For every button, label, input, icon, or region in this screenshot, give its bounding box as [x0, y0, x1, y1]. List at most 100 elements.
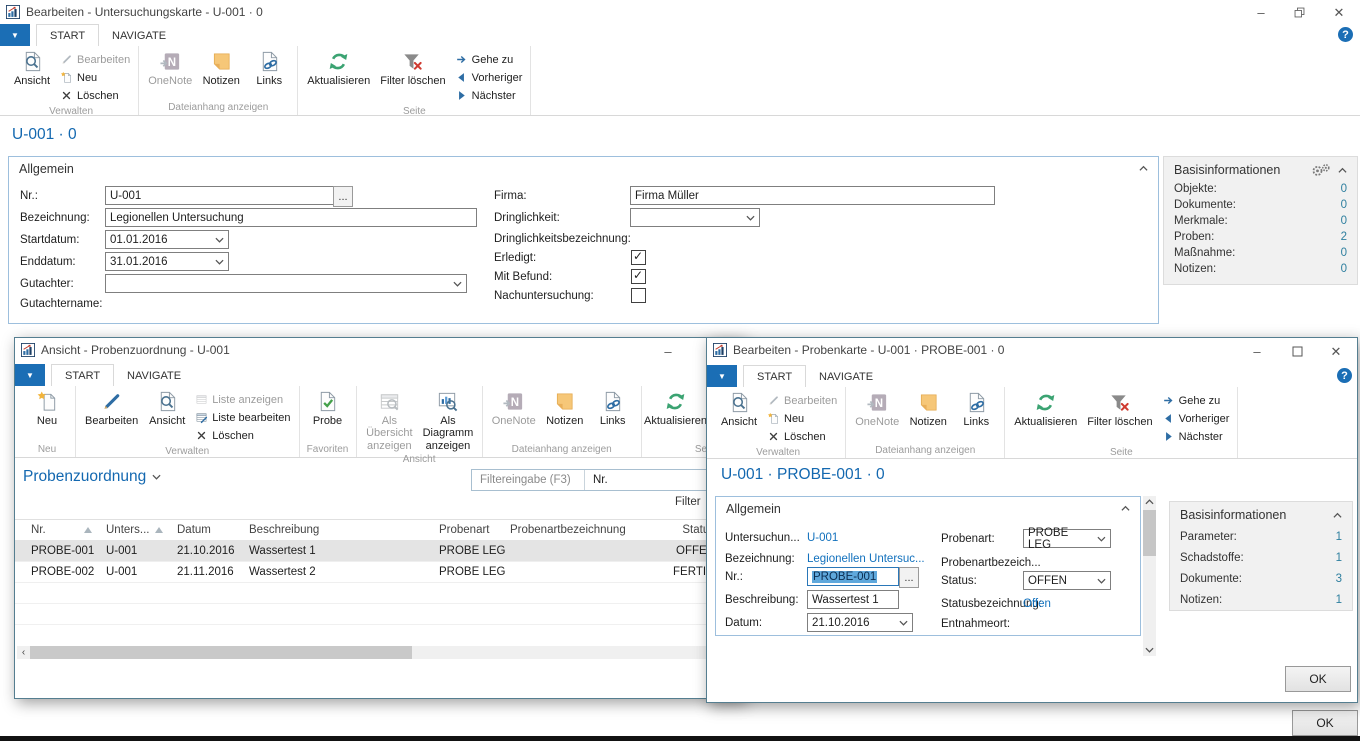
- aktualisieren-button[interactable]: Aktualisieren: [1010, 390, 1081, 428]
- column-header-nr[interactable]: Nr.: [31, 524, 106, 536]
- card-minimize-button[interactable]: –: [1242, 341, 1272, 361]
- erledigt-checkbox[interactable]: [631, 250, 646, 265]
- main-close-button[interactable]: ✕: [1324, 2, 1354, 22]
- aktualisieren-button[interactable]: Aktualisieren: [303, 49, 374, 87]
- neu-button[interactable]: Neu: [24, 389, 70, 427]
- list-app-menu-button[interactable]: ▼: [15, 364, 45, 386]
- scroll-left-icon[interactable]: ‹: [17, 646, 30, 659]
- naechster-button[interactable]: Nächster: [452, 87, 526, 104]
- nr-lookup-button[interactable]: ...: [899, 567, 919, 588]
- card-help-icon[interactable]: ?: [1337, 368, 1352, 383]
- onenote-button[interactable]: OneNote: [144, 49, 196, 87]
- onenote-button[interactable]: OneNote: [488, 389, 540, 427]
- aktualisieren-button[interactable]: Aktualisieren: [647, 389, 705, 427]
- card-ok-button[interactable]: OK: [1285, 666, 1351, 692]
- collapse-chevron-icon[interactable]: [1338, 166, 1347, 175]
- links-button[interactable]: Links: [953, 390, 999, 428]
- bearbeiten-button[interactable]: Bearbeiten: [57, 51, 133, 68]
- gehe-zu-button[interactable]: Gehe zu: [1159, 392, 1233, 409]
- column-header-probenartbezeichnung[interactable]: Probenartbezeichnung: [510, 524, 661, 536]
- filter-input[interactable]: Filtereingabe (F3): [472, 474, 584, 486]
- mit-befund-checkbox[interactable]: [631, 269, 646, 284]
- datum-combo[interactable]: 21.10.2016: [807, 613, 913, 632]
- scrollbar-thumb[interactable]: [30, 646, 412, 659]
- bearbeiten-button[interactable]: Bearbeiten: [764, 392, 840, 409]
- main-tab-start[interactable]: START: [36, 24, 99, 47]
- main-app-menu-button[interactable]: ▼: [0, 24, 30, 46]
- gutachter-combo[interactable]: [105, 274, 467, 293]
- filter-loeschen-button[interactable]: Filter löschen: [376, 49, 449, 87]
- bearbeiten-button[interactable]: Bearbeiten: [81, 389, 142, 427]
- notizen-button[interactable]: Notizen: [542, 389, 588, 427]
- column-header-beschreibung[interactable]: Beschreibung: [249, 524, 439, 536]
- main-help-icon[interactable]: ?: [1338, 27, 1353, 42]
- card-allgemein-header[interactable]: Allgemein: [716, 497, 1140, 520]
- main-tab-navigate[interactable]: NAVIGATE: [99, 25, 179, 46]
- loeschen-button[interactable]: Löschen: [192, 427, 293, 444]
- gears-icon[interactable]: [1310, 163, 1332, 177]
- liste-bearbeiten-button[interactable]: Liste bearbeiten: [192, 409, 293, 426]
- dringlichkeit-combo[interactable]: [630, 208, 760, 227]
- card-tab-start[interactable]: START: [743, 365, 806, 388]
- card-tab-navigate[interactable]: NAVIGATE: [806, 366, 886, 387]
- loeschen-button[interactable]: Löschen: [57, 87, 133, 104]
- ansicht-button[interactable]: Ansicht: [144, 389, 190, 427]
- enddatum-combo[interactable]: 31.01.2016: [105, 252, 229, 271]
- card-app-menu-button[interactable]: ▼: [707, 365, 737, 387]
- startdatum-combo[interactable]: 01.01.2016: [105, 230, 229, 249]
- ansicht-button[interactable]: Ansicht: [9, 49, 55, 87]
- liste-anzeigen-button[interactable]: Liste anzeigen: [192, 391, 293, 408]
- ansicht-button[interactable]: Ansicht: [716, 390, 762, 428]
- list-minimize-button[interactable]: –: [653, 341, 683, 361]
- card-maximize-button[interactable]: [1282, 341, 1312, 361]
- onenote-button[interactable]: OneNote: [851, 390, 903, 428]
- main-restore-button[interactable]: [1284, 2, 1314, 22]
- column-header-unters[interactable]: Unters...: [106, 524, 177, 536]
- naechster-button[interactable]: Nächster: [1159, 428, 1233, 445]
- nachuntersuchung-checkbox[interactable]: [631, 288, 646, 303]
- als-diagramm-button[interactable]: Als Diagramm anzeigen: [419, 389, 477, 452]
- filter-column-select[interactable]: Nr.: [585, 474, 616, 486]
- table-row[interactable]: PROBE-001U-001 21.10.2016Wassertest 1 PR…: [15, 540, 743, 562]
- notizen-button[interactable]: Notizen: [905, 390, 951, 428]
- firma-input[interactable]: Firma Müller: [630, 186, 995, 205]
- list-tab-navigate[interactable]: NAVIGATE: [114, 365, 194, 386]
- untersuchung-value-link[interactable]: U-001: [807, 532, 838, 544]
- links-button[interactable]: Links: [590, 389, 636, 427]
- loeschen-button[interactable]: Löschen: [764, 428, 840, 445]
- nr-lookup-button[interactable]: ...: [333, 186, 353, 207]
- scroll-down-icon[interactable]: [1145, 647, 1154, 653]
- notizen-button[interactable]: Notizen: [198, 49, 244, 87]
- probe-button[interactable]: Probe: [305, 389, 351, 427]
- status-combo[interactable]: OFFEN: [1023, 571, 1111, 590]
- main-allgemein-header[interactable]: Allgemein: [9, 157, 1158, 180]
- card-close-button[interactable]: ✕: [1321, 341, 1351, 361]
- vertical-scrollbar[interactable]: [1143, 496, 1156, 656]
- scrollbar-thumb[interactable]: [1143, 510, 1156, 556]
- list-page-title[interactable]: Probenzuordnung: [23, 468, 161, 486]
- probenart-combo[interactable]: PROBE LEG: [1023, 529, 1111, 548]
- links-button[interactable]: Links: [246, 49, 292, 87]
- scroll-up-icon[interactable]: [1145, 499, 1154, 505]
- neu-button[interactable]: Neu: [764, 410, 840, 427]
- list-tab-start[interactable]: START: [51, 364, 114, 387]
- nr-input[interactable]: PROBE-001: [807, 567, 899, 586]
- collapse-chevron-icon[interactable]: [1121, 504, 1130, 513]
- collapse-chevron-icon[interactable]: [1333, 511, 1342, 520]
- vorheriger-button[interactable]: Vorheriger: [452, 69, 526, 86]
- column-header-probenart[interactable]: Probenart: [439, 524, 510, 536]
- gehe-zu-button[interactable]: Gehe zu: [452, 51, 526, 68]
- statusbez-value-link[interactable]: Offen: [1023, 598, 1051, 610]
- vorheriger-button[interactable]: Vorheriger: [1159, 410, 1233, 427]
- filter-loeschen-button[interactable]: Filter löschen: [1083, 390, 1156, 428]
- nr-input[interactable]: U-001: [105, 186, 337, 205]
- als-uebersicht-button[interactable]: Als Übersicht anzeigen: [362, 389, 418, 452]
- beschreibung-input[interactable]: Wassertest 1: [807, 590, 899, 609]
- main-minimize-button[interactable]: –: [1246, 2, 1276, 22]
- table-row[interactable]: PROBE-002U-001 21.11.2016Wassertest 2 PR…: [15, 561, 743, 583]
- bezeichnung-input[interactable]: Legionellen Untersuchung: [105, 208, 477, 227]
- column-header-datum[interactable]: Datum: [177, 524, 249, 536]
- bezeichnung-value-link[interactable]: Legionellen Untersuc...: [807, 553, 925, 565]
- main-ok-button[interactable]: OK: [1292, 710, 1358, 736]
- collapse-chevron-icon[interactable]: [1139, 164, 1148, 173]
